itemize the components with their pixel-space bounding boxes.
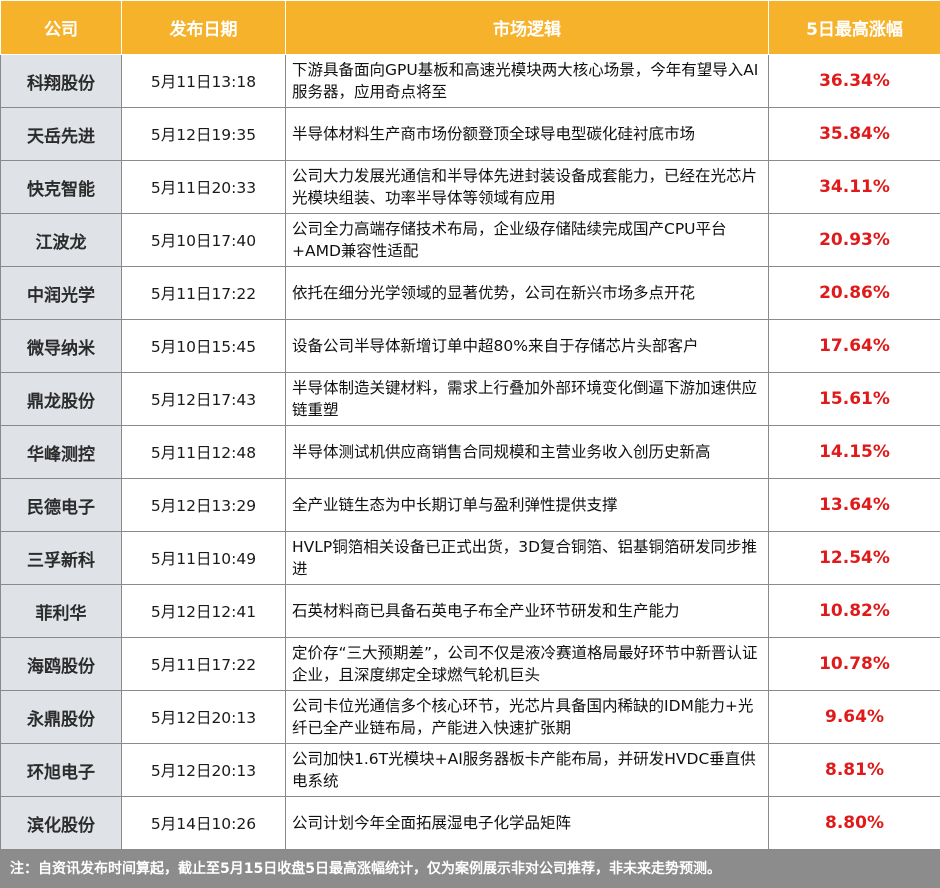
publish-date: 5月10日17:40 bbox=[121, 213, 286, 267]
publish-date: 5月14日10:26 bbox=[121, 796, 286, 850]
max-gain: 20.86% bbox=[768, 266, 940, 320]
company-name: 环旭电子 bbox=[0, 743, 122, 797]
market-logic: 公司卡位光通信多个核心环节，光芯片具备国内稀缺的IDM能力+光纤已全产业链布局，… bbox=[285, 690, 769, 744]
table-row: 华峰测控 5月11日12:48 半导体测试机供应商销售合同规模和主营业务收入创历… bbox=[0, 425, 940, 479]
market-logic: 公司大力发展光通信和半导体先进封装设备成套能力，已经在光芯片光模块组装、功率半导… bbox=[285, 160, 769, 214]
stock-table-sheet: 公司 发布日期 市场逻辑 5日最高涨幅 科翔股份 5月11日13:18 下游具备… bbox=[0, 0, 940, 888]
market-logic: 定价存“三大预期差”，公司不仅是液冷赛道格局最好环节中新晋认证企业，且深度绑定全… bbox=[285, 637, 769, 691]
max-gain: 36.34% bbox=[768, 54, 940, 108]
max-gain: 10.82% bbox=[768, 584, 940, 638]
table-header-row: 公司 发布日期 市场逻辑 5日最高涨幅 bbox=[0, 0, 940, 55]
table-row: 永鼎股份 5月12日20:13 公司卡位光通信多个核心环节，光芯片具备国内稀缺的… bbox=[0, 690, 940, 744]
company-name: 华峰测控 bbox=[0, 425, 122, 479]
company-name: 民德电子 bbox=[0, 478, 122, 532]
table-row: 环旭电子 5月12日20:13 公司加快1.6T光模块+AI服务器板卡产能布局，… bbox=[0, 743, 940, 797]
market-logic: 设备公司半导体新增订单中超80%来自于存储芯片头部客户 bbox=[285, 319, 769, 373]
max-gain: 15.61% bbox=[768, 372, 940, 426]
table-row: 微导纳米 5月10日15:45 设备公司半导体新增订单中超80%来自于存储芯片头… bbox=[0, 319, 940, 373]
header-company: 公司 bbox=[0, 0, 122, 55]
max-gain: 35.84% bbox=[768, 107, 940, 161]
publish-date: 5月11日12:48 bbox=[121, 425, 286, 479]
market-logic: 依托在细分光学领域的显著优势，公司在新兴市场多点开花 bbox=[285, 266, 769, 320]
table-row: 中润光学 5月11日17:22 依托在细分光学领域的显著优势，公司在新兴市场多点… bbox=[0, 266, 940, 320]
market-logic: 公司计划今年全面拓展湿电子化学品矩阵 bbox=[285, 796, 769, 850]
publish-date: 5月12日12:41 bbox=[121, 584, 286, 638]
company-name: 天岳先进 bbox=[0, 107, 122, 161]
max-gain: 12.54% bbox=[768, 531, 940, 585]
table-row: 天岳先进 5月12日19:35 半导体材料生产商市场份额登顶全球导电型碳化硅衬底… bbox=[0, 107, 940, 161]
max-gain: 14.15% bbox=[768, 425, 940, 479]
publish-date: 5月11日13:18 bbox=[121, 54, 286, 108]
publish-date: 5月12日20:13 bbox=[121, 690, 286, 744]
market-logic: 半导体材料生产商市场份额登顶全球导电型碳化硅衬底市场 bbox=[285, 107, 769, 161]
table-row: 鼎龙股份 5月12日17:43 半导体制造关键材料，需求上行叠加外部环境变化倒逼… bbox=[0, 372, 940, 426]
publish-date: 5月12日20:13 bbox=[121, 743, 286, 797]
company-name: 滨化股份 bbox=[0, 796, 122, 850]
max-gain: 10.78% bbox=[768, 637, 940, 691]
publish-date: 5月12日19:35 bbox=[121, 107, 286, 161]
market-logic: 全产业链生态为中长期订单与盈利弹性提供支撑 bbox=[285, 478, 769, 532]
market-logic: 石英材料商已具备石英电子布全产业环节研发和生产能力 bbox=[285, 584, 769, 638]
header-date: 发布日期 bbox=[121, 0, 286, 55]
header-logic: 市场逻辑 bbox=[285, 0, 769, 55]
table-row: 菲利华 5月12日12:41 石英材料商已具备石英电子布全产业环节研发和生产能力… bbox=[0, 584, 940, 638]
company-name: 三孚新科 bbox=[0, 531, 122, 585]
disclaimer-note: 注：自资讯发布时间算起，截止至5月15日收盘5日最高涨幅统计，仅为案例展示非对公… bbox=[0, 850, 940, 888]
company-name: 永鼎股份 bbox=[0, 690, 122, 744]
table-row: 三孚新科 5月11日10:49 HVLP铜箔相关设备已正式出货，3D复合铜箔、铝… bbox=[0, 531, 940, 585]
company-name: 菲利华 bbox=[0, 584, 122, 638]
company-name: 鼎龙股份 bbox=[0, 372, 122, 426]
table-row: 江波龙 5月10日17:40 公司全力高端存储技术布局，企业级存储陆续完成国产C… bbox=[0, 213, 940, 267]
table-row: 民德电子 5月12日13:29 全产业链生态为中长期订单与盈利弹性提供支撑 13… bbox=[0, 478, 940, 532]
publish-date: 5月10日15:45 bbox=[121, 319, 286, 373]
max-gain: 8.81% bbox=[768, 743, 940, 797]
publish-date: 5月11日20:33 bbox=[121, 160, 286, 214]
max-gain: 34.11% bbox=[768, 160, 940, 214]
max-gain: 8.80% bbox=[768, 796, 940, 850]
market-logic: 公司加快1.6T光模块+AI服务器板卡产能布局，并研发HVDC垂直供电系统 bbox=[285, 743, 769, 797]
max-gain: 20.93% bbox=[768, 213, 940, 267]
company-name: 科翔股份 bbox=[0, 54, 122, 108]
publish-date: 5月11日17:22 bbox=[121, 637, 286, 691]
market-logic: 下游具备面向GPU基板和高速光模块两大核心场景，今年有望导入AI服务器，应用奇点… bbox=[285, 54, 769, 108]
table-row: 海鸥股份 5月11日17:22 定价存“三大预期差”，公司不仅是液冷赛道格局最好… bbox=[0, 637, 940, 691]
publish-date: 5月12日13:29 bbox=[121, 478, 286, 532]
market-logic: HVLP铜箔相关设备已正式出货，3D复合铜箔、铝基铜箔研发同步推进 bbox=[285, 531, 769, 585]
company-name: 微导纳米 bbox=[0, 319, 122, 373]
publish-date: 5月11日10:49 bbox=[121, 531, 286, 585]
market-logic: 公司全力高端存储技术布局，企业级存储陆续完成国产CPU平台+AMD兼容性适配 bbox=[285, 213, 769, 267]
max-gain: 13.64% bbox=[768, 478, 940, 532]
table-row: 滨化股份 5月14日10:26 公司计划今年全面拓展湿电子化学品矩阵 8.80% bbox=[0, 796, 940, 850]
publish-date: 5月12日17:43 bbox=[121, 372, 286, 426]
table-row: 快克智能 5月11日20:33 公司大力发展光通信和半导体先进封装设备成套能力，… bbox=[0, 160, 940, 214]
max-gain: 9.64% bbox=[768, 690, 940, 744]
company-name: 中润光学 bbox=[0, 266, 122, 320]
header-gain: 5日最高涨幅 bbox=[768, 0, 940, 55]
company-name: 快克智能 bbox=[0, 160, 122, 214]
table-row: 科翔股份 5月11日13:18 下游具备面向GPU基板和高速光模块两大核心场景，… bbox=[0, 54, 940, 108]
market-logic: 半导体测试机供应商销售合同规模和主营业务收入创历史新高 bbox=[285, 425, 769, 479]
market-logic: 半导体制造关键材料，需求上行叠加外部环境变化倒逼下游加速供应链重塑 bbox=[285, 372, 769, 426]
company-name: 江波龙 bbox=[0, 213, 122, 267]
company-name: 海鸥股份 bbox=[0, 637, 122, 691]
publish-date: 5月11日17:22 bbox=[121, 266, 286, 320]
max-gain: 17.64% bbox=[768, 319, 940, 373]
stock-table: 公司 发布日期 市场逻辑 5日最高涨幅 科翔股份 5月11日13:18 下游具备… bbox=[0, 0, 940, 850]
